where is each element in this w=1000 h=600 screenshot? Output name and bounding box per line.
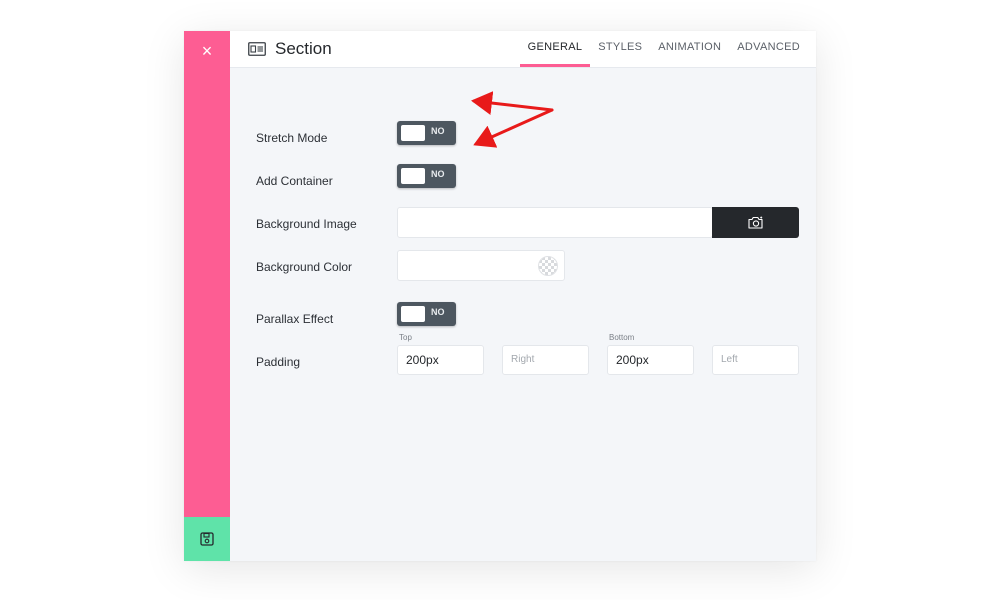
stretch-mode-toggle[interactable]: NO bbox=[397, 121, 456, 145]
parallax-effect-toggle[interactable]: NO bbox=[397, 302, 456, 326]
upload-image-button[interactable] bbox=[712, 207, 799, 238]
background-image-label: Background Image bbox=[256, 217, 357, 231]
background-image-input[interactable] bbox=[397, 207, 713, 238]
toggle-knob bbox=[401, 168, 425, 184]
add-container-toggle[interactable]: NO bbox=[397, 164, 456, 188]
padding-bottom-caption: Bottom bbox=[609, 333, 635, 342]
padding-top-input[interactable]: 200px bbox=[397, 345, 484, 375]
close-icon: × bbox=[201, 40, 213, 61]
padding-bottom-input[interactable]: 200px bbox=[607, 345, 694, 375]
add-container-label: Add Container bbox=[256, 174, 333, 188]
close-button[interactable]: × bbox=[184, 31, 230, 71]
section-layout-icon bbox=[248, 42, 266, 56]
stretch-mode-label: Stretch Mode bbox=[256, 131, 328, 145]
background-color-label: Background Color bbox=[256, 260, 353, 274]
general-settings-form: Stretch Mode NO Add Container NO Backgro… bbox=[230, 68, 816, 517]
padding-left-input[interactable]: Left bbox=[712, 345, 799, 375]
background-color-input[interactable] bbox=[397, 250, 565, 281]
sidebar: × bbox=[184, 31, 230, 561]
padding-label: Padding bbox=[256, 355, 301, 369]
panel-header: Section GENERAL STYLES ANIMATION ADVANCE… bbox=[230, 31, 816, 68]
section-settings-panel: × Section GENERAL STYLES ANIMATION ADVAN… bbox=[184, 31, 816, 561]
panel-title: Section bbox=[275, 39, 332, 58]
tab-advanced[interactable]: ADVANCED bbox=[729, 31, 808, 67]
tab-animation[interactable]: ANIMATION bbox=[650, 31, 729, 67]
tab-bar: GENERAL STYLES ANIMATION ADVANCED bbox=[519, 31, 808, 67]
padding-top-caption: Top bbox=[399, 333, 412, 342]
toggle-state-text: NO bbox=[431, 169, 445, 179]
camera-icon bbox=[747, 216, 763, 229]
toggle-knob bbox=[401, 125, 425, 141]
tab-styles[interactable]: STYLES bbox=[590, 31, 650, 67]
padding-right-input[interactable]: Right bbox=[502, 345, 589, 375]
toggle-knob bbox=[401, 306, 425, 322]
toggle-state-text: NO bbox=[431, 126, 445, 136]
parallax-effect-label: Parallax Effect bbox=[256, 312, 334, 326]
toggle-state-text: NO bbox=[431, 307, 445, 317]
save-button[interactable] bbox=[184, 517, 230, 561]
floppy-disk-icon bbox=[200, 532, 214, 546]
transparent-checker-icon[interactable] bbox=[538, 256, 558, 276]
tab-general[interactable]: GENERAL bbox=[519, 31, 591, 67]
